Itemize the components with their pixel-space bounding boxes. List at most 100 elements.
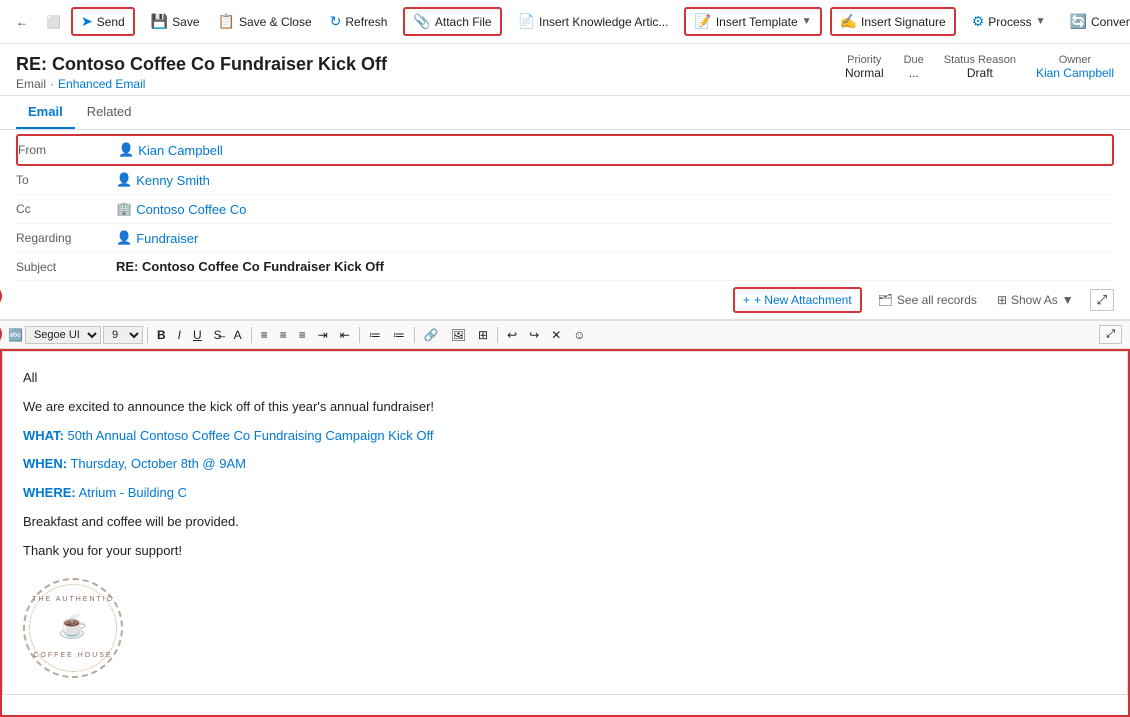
redo-button[interactable]: ↪ (524, 326, 544, 344)
subject-label: Subject (16, 260, 116, 274)
bold-button[interactable]: B (152, 326, 171, 344)
body-thanks: Thank you for your support! (23, 541, 1107, 562)
insert-signature-button[interactable]: ✍ Insert Signature (830, 7, 956, 36)
insert-signature-label: Insert Signature (861, 15, 946, 29)
to-value: 👤 Kenny Smith (116, 172, 210, 188)
font-family-select[interactable]: Segoe UI (25, 326, 101, 344)
align-right-button[interactable]: ≡ (294, 326, 311, 344)
expand-icon: ⤢ (1097, 292, 1107, 307)
regarding-row: Regarding 👤 Fundraiser (16, 224, 1114, 253)
see-all-records-button[interactable]: 🗂 See all records (870, 289, 985, 311)
body-greeting: All (23, 368, 1107, 389)
back-button[interactable]: ← (8, 11, 36, 33)
save-close-label: Save & Close (239, 15, 312, 29)
email-body[interactable]: All We are excited to announce the kick … (2, 351, 1128, 695)
form-section: 1 From 👤 Kian Campbell To 👤 Kenny Smith … (0, 130, 1130, 281)
new-attachment-button[interactable]: + + New Attachment (735, 289, 860, 311)
clear-format-button[interactable]: ✕ (546, 326, 566, 344)
regarding-value: 👤 Fundraiser (116, 230, 198, 246)
save-close-button[interactable]: 📋 Save & Close (210, 9, 320, 34)
to-name[interactable]: Kenny Smith (136, 173, 210, 188)
from-name[interactable]: Kian Campbell (138, 143, 223, 158)
send-button[interactable]: ➤ Send (71, 7, 135, 36)
owner-label: Owner (1036, 54, 1114, 66)
annotation-3: 3 (0, 323, 2, 345)
regarding-icon: 👤 (116, 230, 132, 246)
page-icon-button[interactable]: ⬜ (38, 11, 69, 33)
to-label: To (16, 173, 116, 187)
show-as-arrow: ▼ (1062, 293, 1074, 307)
annotation-2: 2 (0, 285, 2, 307)
table-button[interactable]: ⊞ (473, 326, 493, 344)
cc-building-icon: 🏢 (116, 201, 132, 217)
when-label: WHEN: (23, 456, 67, 471)
convert-to-button[interactable]: 🔄 Convert To ▼ (1062, 9, 1130, 34)
outdent-button[interactable]: ⇤ (335, 326, 355, 344)
priority-value: Normal (845, 66, 884, 80)
numbered-list-button[interactable]: ≔ (388, 326, 410, 344)
refresh-button[interactable]: ↻ Refresh (322, 9, 396, 34)
indent-button[interactable]: ⇥ (313, 326, 333, 344)
show-as-button[interactable]: ⊞ Show As ▼ (989, 289, 1082, 311)
insert-knowledge-button[interactable]: 📄 Insert Knowledge Artic... (510, 9, 677, 34)
font-color-button[interactable]: A (229, 326, 247, 344)
convert-to-label: Convert To (1091, 15, 1130, 29)
logo-area: THE AUTHENTIC ☕ COFFEE HOUSE (23, 578, 1107, 678)
body-content: All We are excited to announce the kick … (23, 368, 1107, 678)
refresh-icon: ↻ (330, 13, 342, 30)
rte-expand-icon: ⤢ (1106, 328, 1115, 340)
bullet-list-button[interactable]: ≔ (364, 326, 386, 344)
process-icon: ⚙ (972, 13, 985, 30)
back-icon: ← (16, 15, 28, 29)
align-center-button[interactable]: ≡ (275, 326, 292, 344)
process-arrow: ▼ (1036, 16, 1046, 27)
process-button[interactable]: ⚙ Process ▼ (964, 9, 1054, 34)
logo-text-top: THE AUTHENTIC (25, 594, 121, 605)
enhanced-email-link[interactable]: Enhanced Email (58, 77, 145, 91)
font-size-select[interactable]: 9 (103, 326, 143, 344)
save-button[interactable]: 💾 Save (143, 9, 208, 34)
align-left-button[interactable]: ≡ (256, 326, 273, 344)
from-value: 👤 Kian Campbell (118, 142, 223, 158)
page-icon: ⬜ (46, 15, 61, 29)
image-button[interactable]: 🖼 (446, 326, 471, 344)
strikethrough-button[interactable]: S̶ (209, 326, 227, 344)
underline-button[interactable]: U (188, 326, 207, 344)
email-title: RE: Contoso Coffee Co Fundraiser Kick Of… (16, 54, 387, 75)
rte-divider-5 (497, 327, 498, 343)
send-label: Send (97, 15, 125, 29)
logo-text-bottom: COFFEE HOUSE (25, 650, 121, 661)
expand-button[interactable]: ⤢ (1090, 289, 1114, 311)
undo-button[interactable]: ↩ (502, 326, 522, 344)
rte-divider-3 (359, 327, 360, 343)
new-attach-icon: + (743, 293, 750, 307)
from-person-icon: 👤 (118, 142, 134, 158)
attach-icon: 📎 (413, 13, 430, 30)
cc-name[interactable]: Contoso Coffee Co (136, 202, 246, 217)
regarding-name[interactable]: Fundraiser (136, 231, 198, 246)
what-label: WHAT: (23, 428, 64, 443)
rte-expand-button[interactable]: ⤢ (1099, 325, 1122, 344)
emoji-button[interactable]: ☺ (568, 326, 590, 344)
save-close-icon: 📋 (218, 13, 235, 30)
refresh-label: Refresh (345, 15, 387, 29)
tab-email[interactable]: Email (16, 96, 75, 129)
attach-file-button[interactable]: 📎 Attach File (403, 7, 501, 36)
italic-button[interactable]: I (173, 326, 186, 344)
due-meta: Due ... (904, 54, 924, 80)
show-as-icon: ⊞ (997, 293, 1007, 307)
email-header: RE: Contoso Coffee Co Fundraiser Kick Of… (0, 44, 1130, 96)
cc-label: Cc (16, 202, 116, 216)
owner-value: Kian Campbell (1036, 66, 1114, 80)
link-button[interactable]: 🔗 (419, 326, 444, 344)
send-icon: ➤ (81, 13, 93, 30)
cc-row: Cc 🏢 Contoso Coffee Co (16, 195, 1114, 224)
insert-template-button[interactable]: 📝 Insert Template ▼ (684, 7, 821, 36)
template-arrow: ▼ (802, 16, 812, 27)
body-where: WHERE: Atrium - Building C (23, 483, 1107, 504)
status-meta: Status Reason Draft (944, 54, 1016, 80)
tab-related[interactable]: Related (75, 96, 144, 129)
rte-format-icon: 🔤 (8, 328, 23, 342)
main-toolbar: 9 8 7 6 5 ← ⬜ ➤ Send 💾 Save 📋 Save & Clo… (0, 0, 1130, 44)
to-row: To 👤 Kenny Smith (16, 166, 1114, 195)
